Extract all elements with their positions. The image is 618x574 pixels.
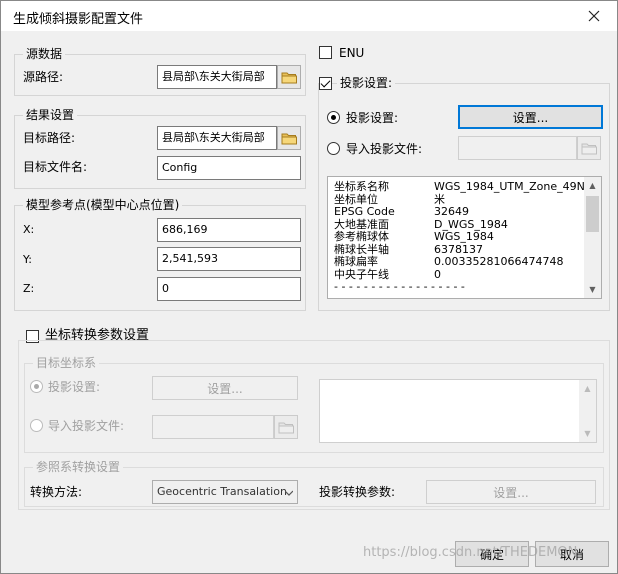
- ref-point-legend: 模型参考点(模型中心点位置): [23, 198, 183, 212]
- projection-label: 投影设置:: [337, 76, 396, 90]
- info-value: WGS_1984_UTM_Zone_49N: [434, 180, 585, 193]
- params-label: 投影转换参数:: [319, 485, 396, 499]
- transform-import-radio: [30, 419, 43, 432]
- projection-import-radio[interactable]: [327, 142, 340, 155]
- target-name-label: 目标文件名:: [23, 160, 88, 174]
- close-icon: [588, 10, 600, 22]
- projection-setting-radio[interactable]: [327, 111, 340, 124]
- projection-setting-label: 投影设置:: [346, 111, 399, 125]
- target-browse-button[interactable]: [277, 126, 301, 150]
- target-path-input[interactable]: 县局部\东关大街局部: [157, 126, 277, 150]
- info-value: WGS_1984: [434, 230, 494, 243]
- info-key: - - - - - - - - - - - - - - - - - -: [334, 280, 465, 293]
- z-label: Z:: [23, 282, 35, 295]
- ok-button[interactable]: 确定: [455, 541, 529, 567]
- info-scrollbar[interactable]: ▲ ▼: [584, 177, 601, 298]
- transform-setting-label: 投影设置:: [48, 380, 101, 394]
- projection-info-box[interactable]: 坐标系名称 WGS_1984_UTM_Zone_49N 坐标单位 米 EPSG Code…: [327, 176, 602, 299]
- info-key: EPSG Code: [334, 205, 395, 218]
- info-value: 米: [434, 192, 445, 206]
- source-legend: 源数据: [23, 47, 66, 61]
- info-key: 椭球扁率: [334, 255, 378, 268]
- folder-icon: [278, 422, 294, 433]
- scroll-down-icon[interactable]: ▼: [584, 281, 601, 298]
- target-path-label: 目标路径:: [23, 131, 76, 145]
- info-key: 参考椭球体: [334, 230, 389, 243]
- transform-setting-radio: [30, 380, 43, 393]
- folder-icon: [281, 133, 297, 144]
- source-path-label: 源路径:: [23, 70, 64, 84]
- projection-checkbox[interactable]: [319, 77, 332, 90]
- info-key: 坐标系名称: [334, 180, 389, 193]
- info-value: 6378137: [434, 242, 483, 256]
- result-legend: 结果设置: [23, 108, 78, 122]
- transform-info-box: ▲ ▼: [319, 379, 597, 443]
- info-key: 中央子午线: [334, 267, 389, 281]
- x-label: X:: [23, 223, 35, 236]
- transform-import-browse-button: [274, 415, 298, 439]
- scroll-down-icon: ▼: [584, 429, 591, 438]
- projection-import-input: [458, 136, 577, 160]
- ref-transform-legend: 参照系转换设置: [33, 460, 124, 474]
- scroll-up-icon[interactable]: ▲: [584, 177, 601, 194]
- source-browse-button[interactable]: [277, 65, 301, 89]
- projection-setting-button[interactable]: 设置...: [458, 105, 603, 129]
- scroll-up-icon: ▲: [584, 384, 591, 393]
- info-value: D_WGS_1984: [434, 217, 508, 231]
- chevron-down-icon: [285, 490, 293, 496]
- dialog-window: 生成倾斜摄影配置文件 源数据 源路径: 县局部\东关大街局部 结果设置 目标路径…: [0, 0, 618, 574]
- info-key: 坐标单位: [334, 192, 378, 206]
- transform-import-label: 导入投影文件:: [48, 419, 125, 433]
- z-input[interactable]: 0: [157, 277, 301, 301]
- source-path-input[interactable]: 县局部\东关大街局部: [157, 65, 277, 89]
- enu-checkbox[interactable]: [319, 46, 332, 59]
- y-input[interactable]: 2,541,593: [157, 247, 301, 271]
- info-value: 32649: [434, 205, 469, 218]
- enu-label: ENU: [339, 46, 365, 60]
- transform-info-scrollbar: ▲ ▼: [579, 380, 596, 442]
- info-value: 0: [434, 267, 441, 281]
- title-bar: 生成倾斜摄影配置文件: [1, 1, 617, 31]
- y-label: Y:: [23, 253, 32, 266]
- target-cs-legend: 目标坐标系: [33, 356, 100, 370]
- transform-import-input: [152, 415, 274, 439]
- dialog-title: 生成倾斜摄影配置文件: [13, 12, 144, 27]
- projection-import-label: 导入投影文件:: [346, 142, 423, 156]
- scroll-thumb[interactable]: [586, 196, 599, 232]
- x-input[interactable]: 686,169: [157, 218, 301, 242]
- params-button: 设置...: [426, 480, 596, 504]
- method-label: 转换方法:: [30, 485, 83, 499]
- info-key: 椭球长半轴: [334, 242, 389, 256]
- info-value: 0.00335281066474748: [434, 255, 564, 268]
- info-key: 大地基准面: [334, 217, 389, 231]
- folder-icon: [581, 143, 597, 154]
- target-name-input[interactable]: Config: [157, 156, 301, 180]
- cancel-button[interactable]: 取消: [535, 541, 609, 567]
- folder-icon: [281, 72, 297, 83]
- projection-import-browse-button: [577, 136, 601, 160]
- close-button[interactable]: [579, 4, 609, 28]
- method-select: Geocentric Transalation: [152, 480, 298, 504]
- method-value: Geocentric Transalation: [157, 485, 287, 498]
- transform-setting-button: 设置...: [152, 376, 298, 400]
